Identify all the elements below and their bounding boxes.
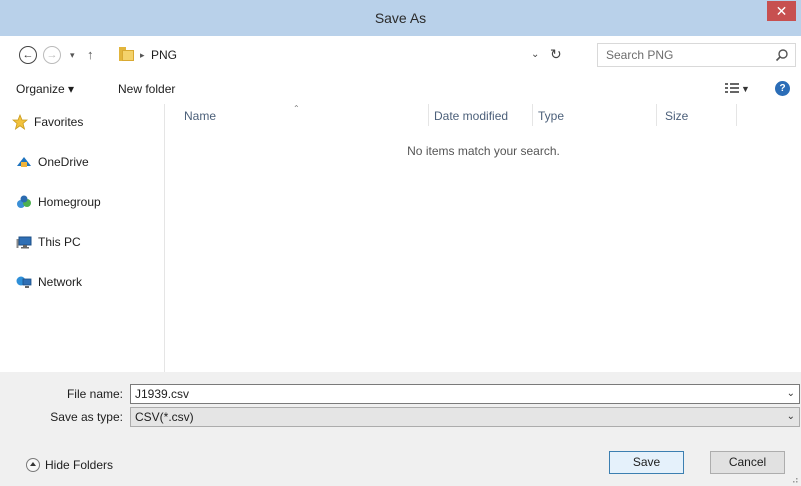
- new-folder-button[interactable]: New folder: [118, 81, 175, 97]
- nav-item-homegroup[interactable]: Homegroup: [16, 192, 101, 212]
- address-dropdown-icon[interactable]: ⌄: [531, 46, 539, 64]
- save-as-type-dropdown-icon[interactable]: ⌄: [787, 409, 795, 425]
- breadcrumb-chevron-icon[interactable]: ▸: [140, 46, 145, 64]
- save-as-type-select[interactable]: CSV(*.csv) ⌄: [130, 407, 800, 427]
- file-list-pane: ⌃ Name Date modified Type Size No items …: [166, 104, 801, 372]
- save-button[interactable]: Save: [609, 451, 684, 474]
- search-icon[interactable]: [775, 48, 789, 62]
- nav-item-network[interactable]: Network: [16, 272, 82, 292]
- nav-item-label: This PC: [38, 235, 81, 249]
- column-divider[interactable]: [532, 104, 533, 126]
- nav-item-this-pc[interactable]: This PC: [16, 232, 81, 252]
- recent-locations-dropdown[interactable]: ▾: [70, 46, 75, 64]
- search-box: [597, 43, 796, 67]
- forward-button[interactable]: →: [43, 46, 61, 64]
- star-icon: [12, 114, 28, 130]
- empty-results-message: No items match your search.: [407, 144, 560, 158]
- window-title: Save As: [374, 10, 427, 26]
- command-toolbar: Organize ▾ New folder ▼ ?: [0, 74, 801, 104]
- close-button[interactable]: ✕: [767, 1, 796, 21]
- column-header-type[interactable]: Type: [538, 108, 564, 124]
- hide-folders-button[interactable]: Hide Folders: [26, 456, 113, 474]
- file-name-input[interactable]: [135, 386, 755, 402]
- up-button[interactable]: ↑: [87, 46, 94, 64]
- file-name-label: File name:: [66, 387, 123, 401]
- sort-ascending-icon: ⌃: [293, 104, 300, 113]
- network-icon: [16, 276, 32, 288]
- column-divider[interactable]: [656, 104, 657, 126]
- nav-item-label: Favorites: [34, 115, 84, 129]
- view-dropdown-icon[interactable]: ▼: [741, 82, 750, 96]
- folder-icon: [119, 47, 134, 61]
- nav-item-label: OneDrive: [38, 155, 89, 169]
- breadcrumb-png[interactable]: PNG: [151, 46, 177, 64]
- nav-item-onedrive[interactable]: OneDrive: [16, 152, 89, 172]
- nav-item-favorites[interactable]: Favorites: [12, 112, 162, 132]
- search-input[interactable]: [606, 47, 766, 63]
- help-icon[interactable]: ?: [775, 81, 790, 96]
- save-form-panel: File name: ⌄ Save as type: CSV(*.csv) ⌄ …: [0, 372, 801, 486]
- computer-icon: [16, 236, 32, 249]
- column-header-size[interactable]: Size: [665, 108, 688, 124]
- nav-item-label: Homegroup: [38, 195, 101, 209]
- file-name-combobox: ⌄: [130, 384, 800, 404]
- homegroup-icon: [17, 195, 31, 208]
- back-arrow-icon: ←: [22, 49, 34, 61]
- address-bar: ← → ▾ ↑ ▸ PNG ⌄ ↻: [0, 36, 801, 74]
- organize-button[interactable]: Organize ▾: [16, 81, 74, 97]
- save-as-type-label: Save as type:: [50, 410, 123, 424]
- view-options-icon[interactable]: [725, 82, 739, 94]
- save-as-type-value: CSV(*.csv): [135, 410, 194, 424]
- close-icon: ✕: [775, 3, 788, 19]
- collapse-up-icon: [26, 458, 40, 472]
- navigation-pane: Favorites OneDrive Homegroup This PC Net…: [0, 104, 165, 372]
- title-bar: Save As ✕: [0, 0, 801, 36]
- file-name-dropdown-icon[interactable]: ⌄: [787, 386, 795, 402]
- column-header-name[interactable]: Name: [184, 108, 216, 124]
- nav-item-label: Network: [38, 275, 83, 289]
- column-divider[interactable]: [736, 104, 737, 126]
- column-divider[interactable]: [428, 104, 429, 126]
- refresh-icon[interactable]: ↻: [550, 45, 562, 63]
- forward-arrow-icon: →: [46, 49, 58, 61]
- address-box[interactable]: [112, 43, 590, 67]
- column-header-date-modified[interactable]: Date modified: [434, 108, 508, 124]
- cancel-button[interactable]: Cancel: [710, 451, 785, 474]
- back-button[interactable]: ←: [19, 46, 37, 64]
- onedrive-icon: [17, 157, 31, 167]
- resize-grip-icon[interactable]: [790, 475, 798, 483]
- hide-folders-label: Hide Folders: [45, 458, 114, 472]
